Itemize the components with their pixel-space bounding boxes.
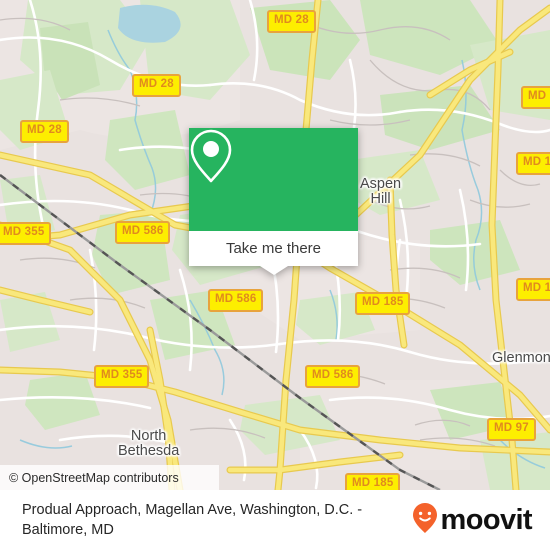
road-shield: MD 1 [521, 86, 550, 109]
road-shield: MD 28 [267, 10, 316, 33]
popup-footer[interactable]: Take me there [189, 231, 358, 266]
road-shield: MD 185 [355, 292, 411, 315]
place-label-aspen-hill: Aspen Hill [360, 176, 402, 207]
place-label-north-bethesda: North Bethesda [118, 428, 180, 459]
road-shield: MD 97 [487, 418, 536, 441]
popup-header [189, 128, 358, 231]
road-shield: MD 355 [0, 222, 52, 245]
location-title: Produal Approach, Magellan Ave, Washingt… [22, 502, 363, 538]
road-shield: MD 586 [305, 365, 361, 388]
moovit-logo[interactable]: moovit [412, 502, 533, 539]
road-shield: MD 18 [516, 278, 550, 301]
footer-bar: Produal Approach, Magellan Ave, Washingt… [0, 490, 550, 550]
road-shield: MD 355 [94, 365, 150, 388]
road-shield: MD 18 [516, 152, 550, 175]
take-me-there-button[interactable]: Take me there [226, 240, 321, 257]
osm-attribution-text: © OpenStreetMap contributors [9, 470, 179, 485]
road-shield: MD 28 [20, 120, 69, 143]
road-shield: MD 28 [132, 74, 181, 97]
map-canvas[interactable]: MD 28 MD 28 MD 28 MD 1 MD 18 MD 586 MD 3… [0, 0, 550, 490]
moovit-pin-icon [412, 502, 438, 539]
road-shield: MD 185 [345, 473, 401, 490]
app-root: MD 28 MD 28 MD 28 MD 1 MD 18 MD 586 MD 3… [0, 0, 550, 550]
popup-tail-pointer [259, 266, 288, 275]
map-popup-card[interactable]: Take me there [189, 128, 358, 275]
place-label-glenmont: Glenmont [492, 350, 550, 366]
osm-attribution[interactable]: © OpenStreetMap contributors [0, 465, 219, 490]
moovit-wordmark: moovit [440, 503, 533, 536]
road-shield: MD 586 [115, 221, 171, 244]
road-shield: MD 586 [208, 289, 264, 312]
